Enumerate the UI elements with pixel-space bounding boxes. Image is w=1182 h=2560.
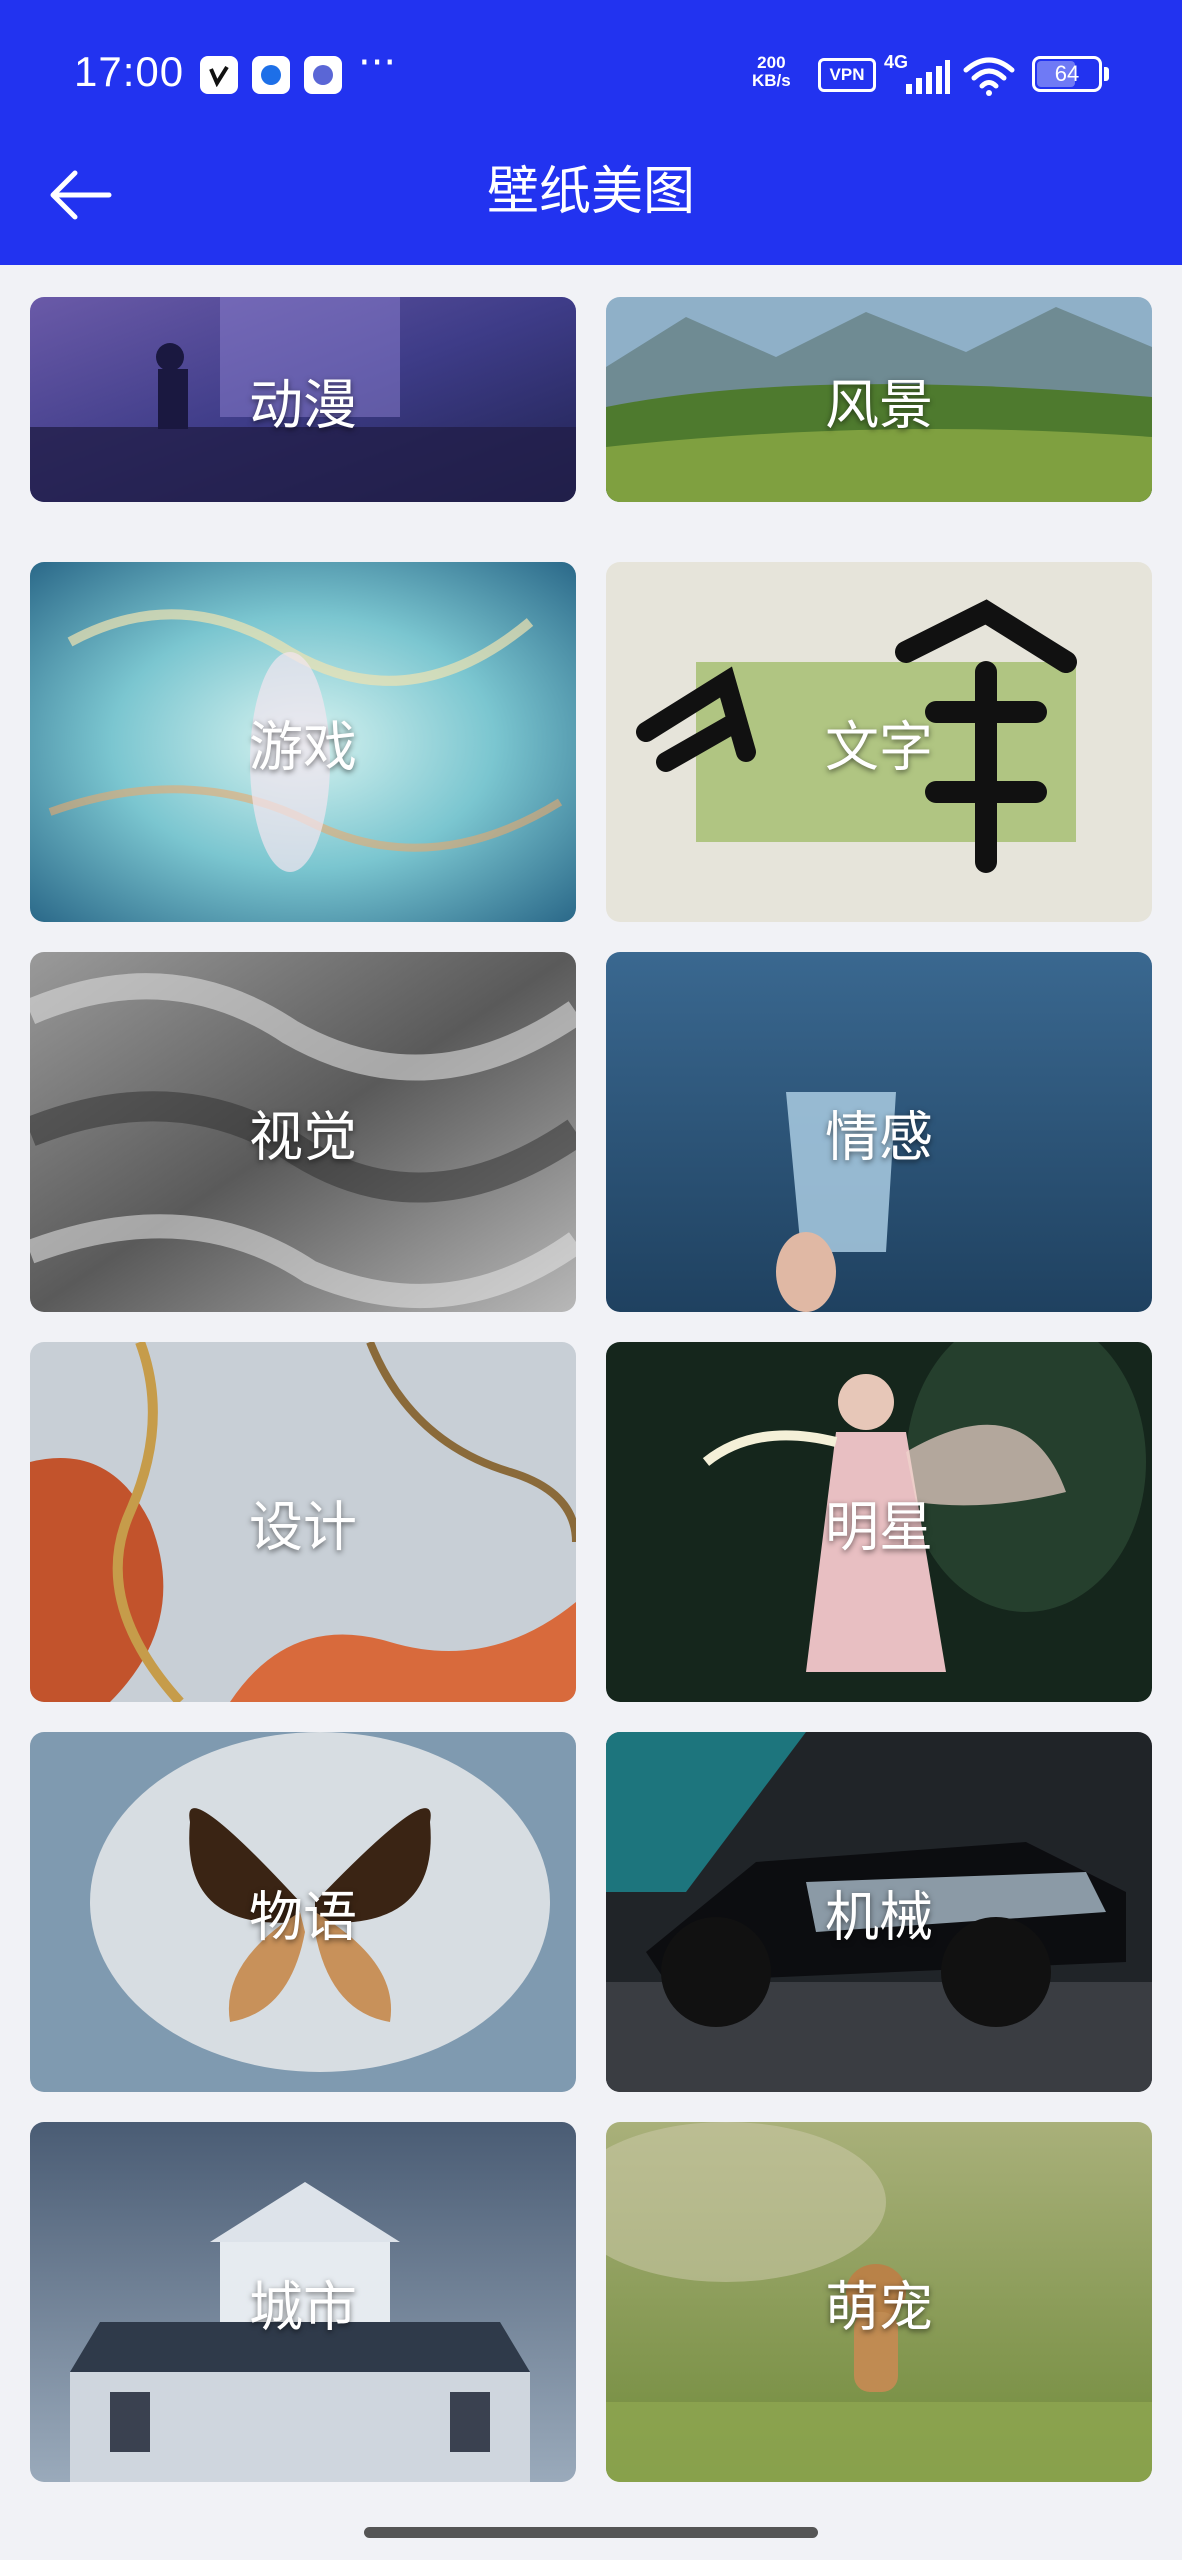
category-label: 设计 [249, 1495, 357, 1559]
category-label: 城市 [249, 2275, 357, 2339]
battery-icon: 64 [1032, 56, 1102, 92]
app-notification-icon [252, 56, 290, 94]
category-card-design[interactable]: 设计 [30, 1342, 576, 1702]
category-label: 机械 [825, 1885, 933, 1949]
category-card-celebrity[interactable]: 明星 [606, 1342, 1152, 1702]
category-label: 情感 [825, 1105, 933, 1169]
status-bar: 17:00 ··· 200 KB/s VPN 4G 64 [0, 30, 1182, 120]
category-label: 文字 [825, 715, 933, 779]
category-card-visual[interactable]: 视觉 [30, 952, 576, 1312]
category-card-story[interactable]: 物语 [30, 1732, 576, 2092]
category-label: 风景 [825, 373, 933, 436]
category-card-anime[interactable]: 动漫 [30, 297, 576, 502]
speed-unit: KB/s [752, 71, 791, 90]
category-label: 视觉 [249, 1105, 357, 1169]
category-card-games[interactable]: 游戏 [30, 562, 576, 922]
network-speed: 200 KB/s [752, 54, 791, 90]
category-label: 明星 [825, 1495, 933, 1559]
app-notification-icon [200, 56, 238, 94]
category-card-emotion[interactable]: 情感 [606, 952, 1152, 1312]
category-card-mechanical[interactable]: 机械 [606, 1732, 1152, 2092]
category-card-pets[interactable]: 萌宠 [606, 2122, 1152, 2482]
category-label: 动漫 [249, 373, 357, 436]
wifi-icon [963, 57, 1015, 96]
signal-icon [906, 60, 950, 94]
page-title: 壁纸美图 [486, 162, 695, 222]
battery-percent: 64 [1054, 61, 1080, 86]
nav-bar: 壁纸美图 [0, 145, 1182, 245]
wallpaper-category-grid: 动漫 风景 游戏 文字 视觉 情感 设计 明星 物语 机械 城市 萌宠 [30, 265, 1152, 2485]
status-time: 17:00 [74, 48, 185, 95]
category-label: 物语 [249, 1885, 357, 1949]
category-label: 游戏 [249, 715, 357, 779]
app-header: 17:00 ··· 200 KB/s VPN 4G 64 壁纸美图 [0, 0, 1182, 265]
more-notifications-icon: ··· [358, 40, 397, 86]
category-card-city[interactable]: 城市 [30, 2122, 576, 2482]
app-notification-icon [304, 56, 342, 94]
vpn-badge: VPN [818, 58, 876, 92]
category-card-scenery[interactable]: 风景 [606, 297, 1152, 502]
home-indicator[interactable] [364, 2527, 818, 2538]
category-label: 萌宠 [825, 2275, 933, 2339]
battery-tip [1104, 67, 1109, 81]
category-card-text[interactable]: 文字 [606, 562, 1152, 922]
speed-value: 200 [757, 53, 786, 72]
